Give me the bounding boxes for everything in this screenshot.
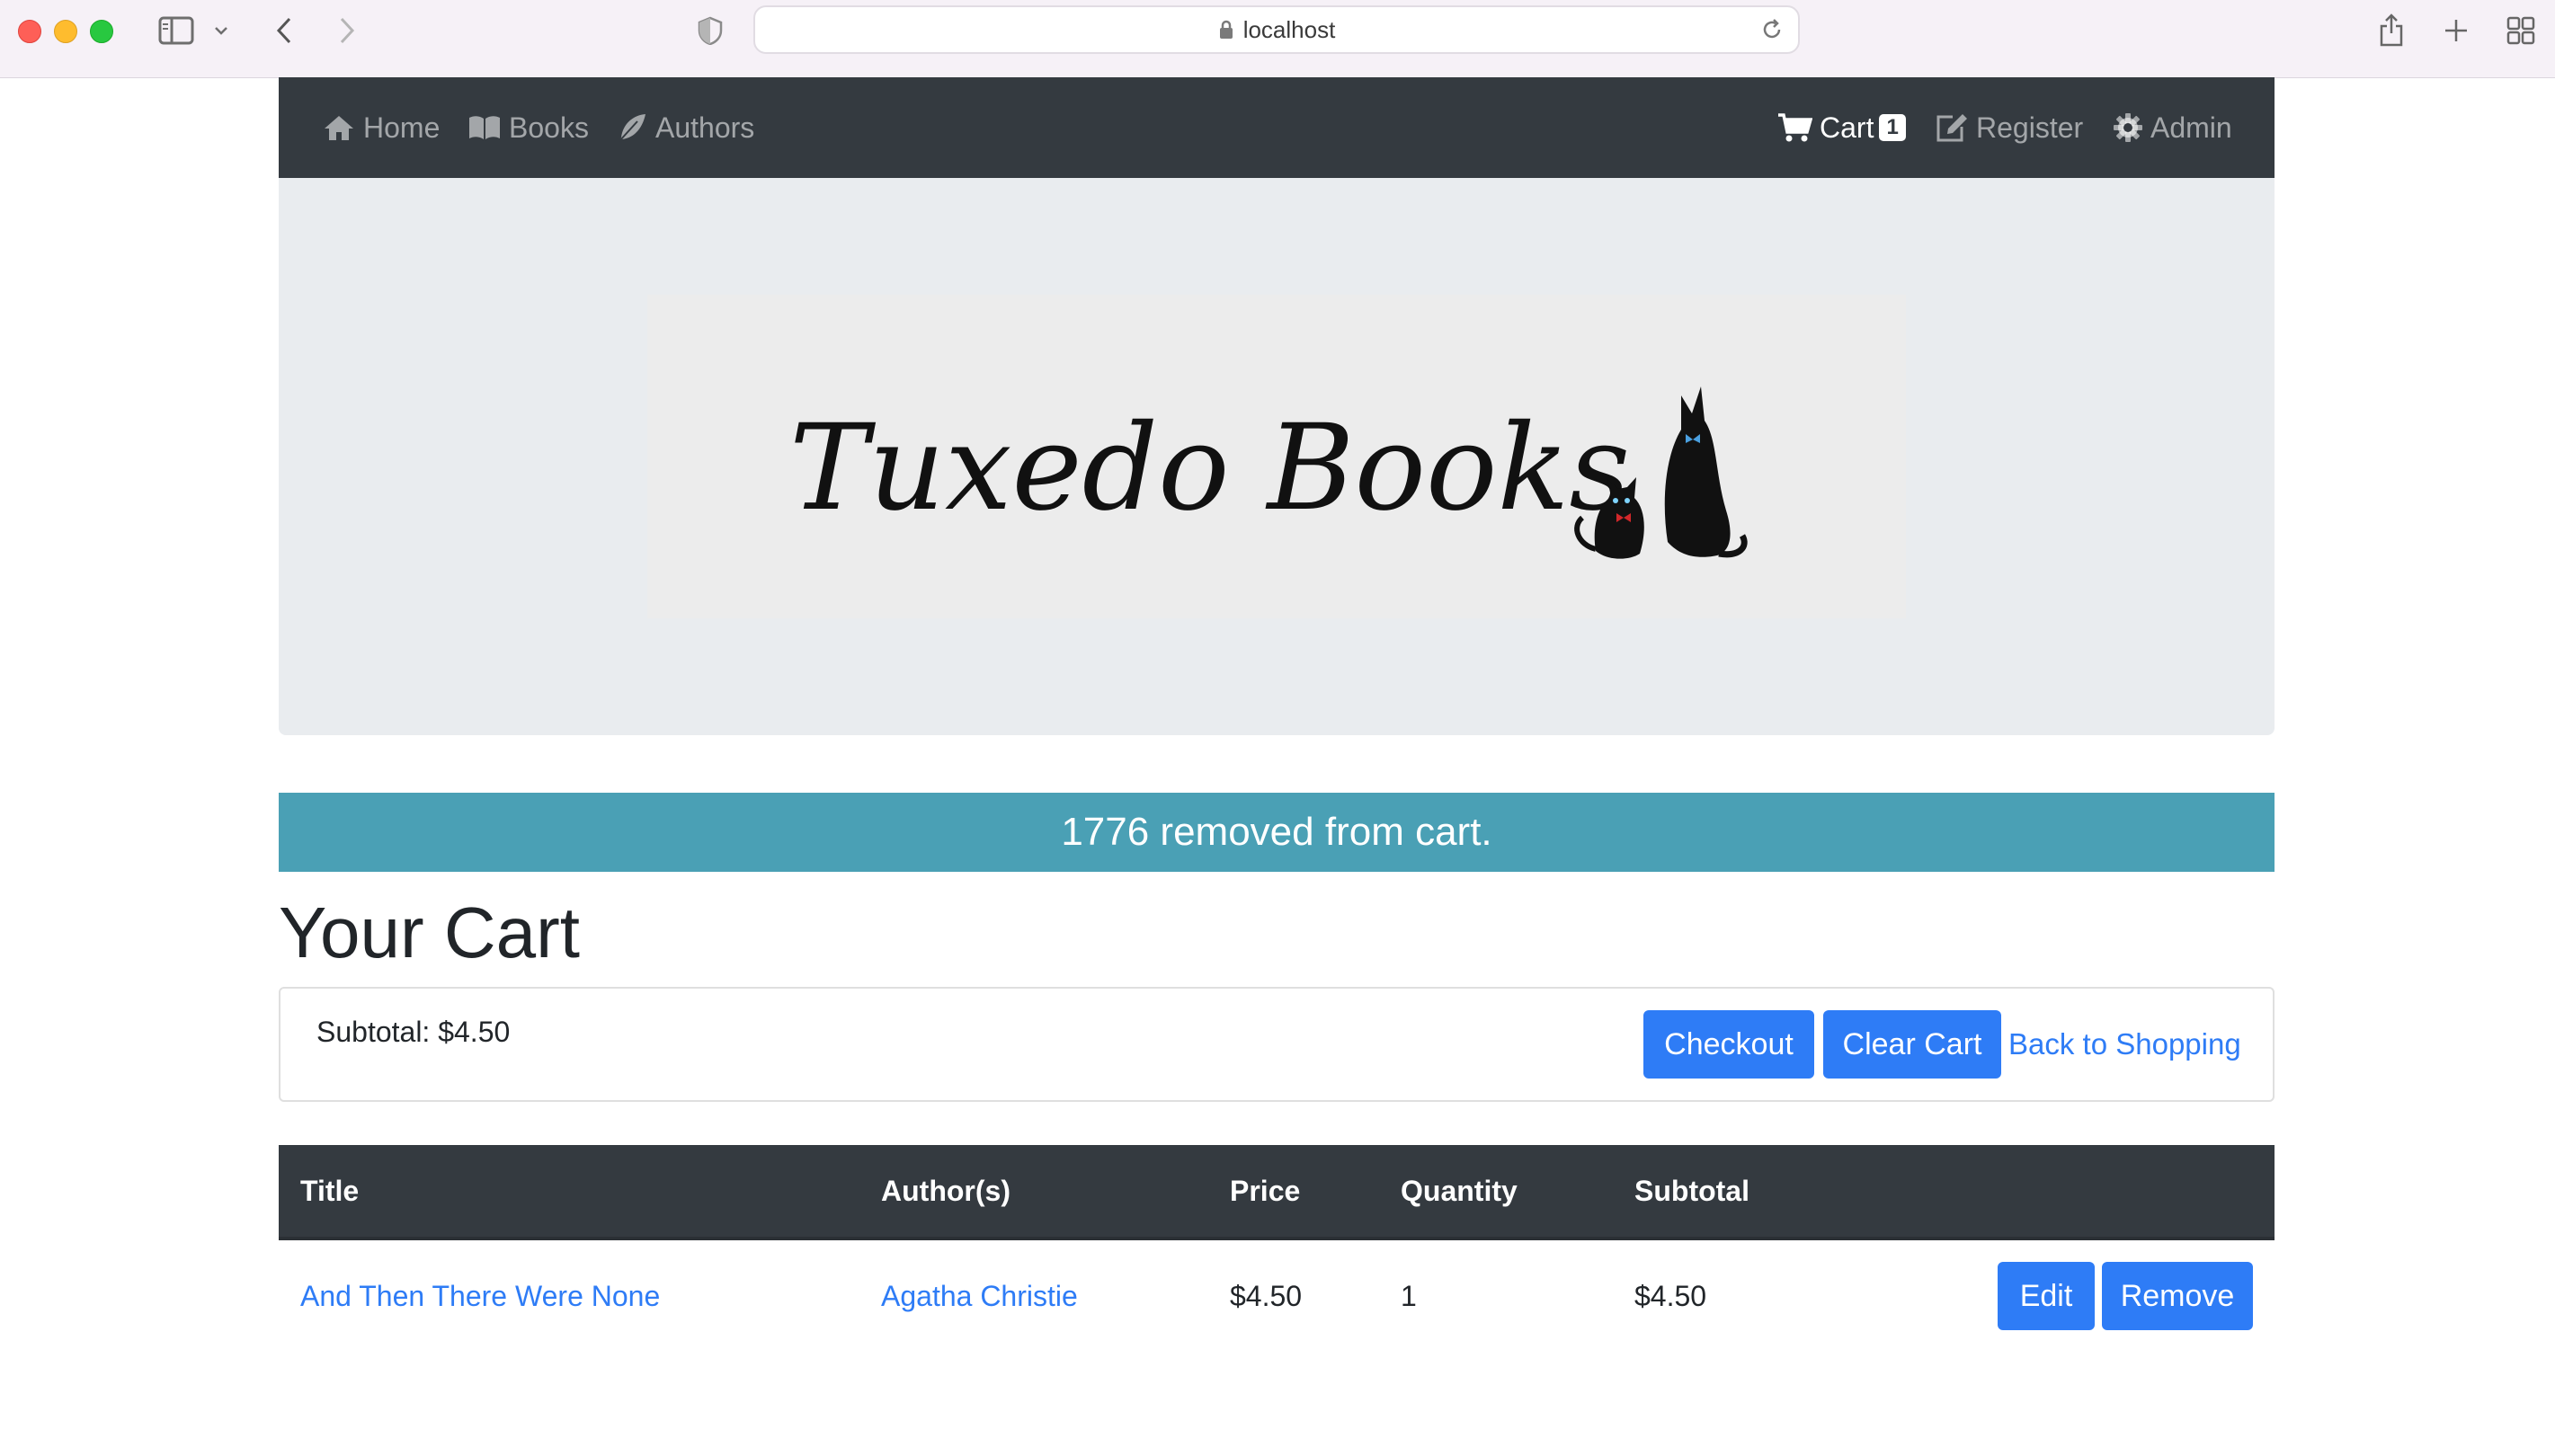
gear-icon [2114,113,2142,142]
back-icon[interactable] [270,13,298,49]
book-title-link[interactable]: And Then There Were None [300,1240,660,1352]
column-header-title: Title [300,1175,360,1207]
new-tab-icon[interactable] [2438,13,2474,49]
column-header-subtotal: Subtotal [1634,1175,1749,1207]
edit-icon [1936,114,1967,142]
row-subtotal: $4.50 [1634,1280,1707,1312]
address-url: localhost [1242,16,1336,43]
sidebar-toggle-icon[interactable] [156,14,196,47]
edit-button[interactable]: Edit [1998,1262,2095,1330]
window-zoom-button[interactable] [90,20,113,43]
remove-button[interactable]: Remove [2102,1262,2253,1330]
share-icon[interactable] [2373,9,2409,50]
browser-toolbar: localhost [0,0,2555,78]
flash-alert: 1776 removed from cart. [279,793,2275,872]
banner: Tuxedo Books [279,178,2275,735]
window-minimize-button[interactable] [54,20,77,43]
shopping-cart-icon [1778,113,1812,142]
table-header-row: Title Author(s) Price Quantity Subtotal [279,1145,2275,1240]
cart-subtotal: Subtotal: $4.50 [316,1016,511,1048]
window-close-button[interactable] [18,20,41,43]
chevron-down-icon[interactable] [212,22,230,40]
column-header-quantity: Quantity [1401,1175,1518,1207]
nav-authors-link[interactable]: Authors [616,77,754,178]
author-link[interactable]: Agatha Christie [881,1240,1078,1352]
cart-count-badge: 1 [1879,114,1906,141]
nav-cart-label: Cart [1820,111,1874,144]
address-bar[interactable]: localhost [753,5,1800,54]
checkout-button[interactable]: Checkout [1643,1010,1814,1079]
column-header-authors: Author(s) [881,1175,1010,1207]
row-quantity: 1 [1401,1280,1417,1312]
privacy-shield-icon[interactable] [694,14,726,47]
cart-summary-card: Subtotal: $4.50 Checkout Clear Cart Back… [279,987,2275,1102]
row-price: $4.50 [1230,1280,1303,1312]
feather-icon [619,114,645,142]
nav-books-link[interactable]: Books [467,77,589,178]
logo-text: Tuxedo Books [789,399,1630,537]
back-to-shopping-link[interactable]: Back to Shopping [2008,1010,2241,1079]
reload-icon[interactable] [1760,18,1784,46]
page-title: Your Cart [279,892,580,972]
nav-cart-link[interactable]: Cart 1 [1776,77,1906,178]
nav-register-link[interactable]: Register [1935,77,2083,178]
nav-register-label: Register [1976,111,2084,144]
home-icon [325,116,353,140]
table-row: And Then There Were None Agatha Christie… [279,1240,2275,1352]
nav-home-label: Home [363,111,441,144]
site-logo[interactable]: Tuxedo Books [647,295,1906,618]
nav-admin-link[interactable]: Admin [2113,77,2232,178]
nav-admin-label: Admin [2150,111,2232,144]
nav-home-link[interactable]: Home [322,77,440,178]
cart-table: Title Author(s) Price Quantity Subtotal … [279,1145,2275,1352]
clear-cart-button[interactable]: Clear Cart [1823,1010,2001,1079]
nav-authors-label: Authors [655,111,755,144]
tab-overview-icon[interactable] [2503,13,2539,49]
nav-books-label: Books [509,111,589,144]
book-icon [469,116,500,139]
forward-icon[interactable] [333,13,361,49]
lock-icon [1218,9,1234,54]
column-header-price: Price [1230,1175,1301,1207]
site-navbar: Home Books Authors Cart 1 Register Admin [279,77,2275,178]
